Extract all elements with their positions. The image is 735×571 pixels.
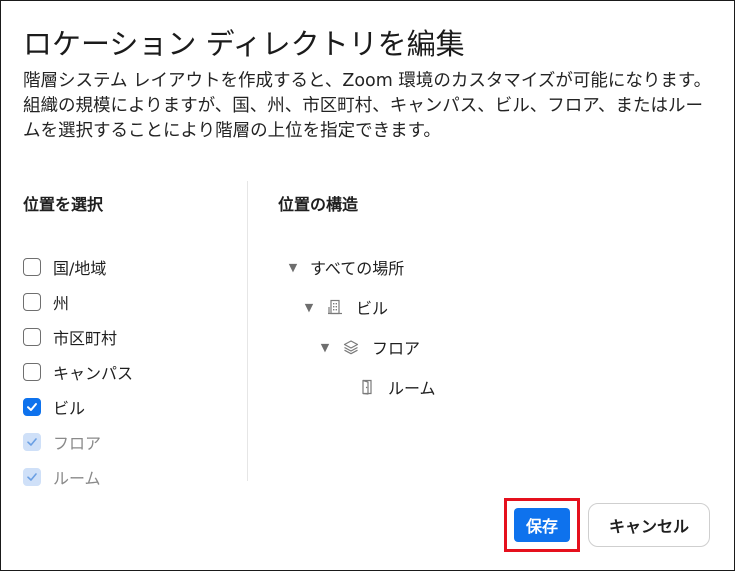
tree-label-floor: フロア xyxy=(372,339,421,358)
checkbox-item-country[interactable]: 国/地域 xyxy=(23,249,243,284)
checkbox-campus[interactable] xyxy=(23,362,41,381)
dialog-actions: 保存 キャンセル xyxy=(503,498,710,552)
checkbox-building[interactable] xyxy=(23,397,41,416)
dialog-title: ロケーション ディレクトリを編集 xyxy=(23,27,465,61)
checkbox-label-city: 市区町村 xyxy=(53,328,118,348)
caret-down-icon[interactable]: ▼ xyxy=(286,261,300,274)
checkbox-floor xyxy=(23,432,41,451)
checkbox-item-state[interactable]: 州 xyxy=(23,284,243,319)
edit-location-directory-dialog: ロケーション ディレクトリを編集 階層システム レイアウトを作成すると、Zoom… xyxy=(0,0,735,571)
tree-label-room: ルーム xyxy=(388,379,436,398)
checkbox-label-floor: フロア xyxy=(53,433,102,453)
save-button[interactable]: 保存 xyxy=(513,508,570,542)
tree-label-all-locations: すべての場所 xyxy=(310,259,405,278)
location-tree: ▼ すべての場所 ▼ ビル ▼ フロア ルーム xyxy=(278,247,698,407)
checkbox-state[interactable] xyxy=(23,292,41,311)
select-location-heading: 位置を選択 xyxy=(23,195,104,214)
checkbox-item-campus[interactable]: キャンパス xyxy=(23,354,243,389)
checkbox-country[interactable] xyxy=(23,257,41,276)
tree-node-building[interactable]: ▼ ビル xyxy=(278,287,698,327)
tree-node-room[interactable]: ルーム xyxy=(278,367,698,407)
checkbox-label-room: ルーム xyxy=(53,468,101,488)
tree-node-floor[interactable]: ▼ フロア xyxy=(278,327,698,367)
location-structure-panel: 位置の構造 ▼ すべての場所 ▼ ビル ▼ フロア ルーム xyxy=(278,191,698,407)
door-icon xyxy=(358,378,376,396)
checkbox-room xyxy=(23,467,41,486)
building-icon xyxy=(326,298,344,316)
checkbox-label-state: 州 xyxy=(53,293,70,313)
column-divider xyxy=(247,181,248,481)
checkbox-label-campus: キャンパス xyxy=(53,363,134,383)
tree-node-all-locations[interactable]: ▼ すべての場所 xyxy=(278,247,698,287)
caret-down-icon[interactable]: ▼ xyxy=(318,341,332,354)
checkbox-label-country: 国/地域 xyxy=(53,258,107,278)
layers-icon xyxy=(342,338,360,356)
select-location-panel: 位置を選択 国/地域 州 市区町村 キャンパス ビル フロア ルーム xyxy=(23,191,243,494)
dialog-description: 階層システム レイアウトを作成すると、Zoom 環境のカスタマイズが可能になりま… xyxy=(23,71,712,141)
checkbox-item-floor: フロア xyxy=(23,424,243,459)
checkbox-label-building: ビル xyxy=(53,398,86,418)
location-structure-heading: 位置の構造 xyxy=(278,195,359,214)
checkbox-city[interactable] xyxy=(23,327,41,346)
tree-label-building: ビル xyxy=(356,299,389,318)
checkbox-item-building[interactable]: ビル xyxy=(23,389,243,424)
checkbox-item-city[interactable]: 市区町村 xyxy=(23,319,243,354)
save-button-highlight: 保存 xyxy=(503,498,580,552)
checkbox-item-room: ルーム xyxy=(23,459,243,494)
location-checkbox-list: 国/地域 州 市区町村 キャンパス ビル フロア ルーム xyxy=(23,249,243,494)
cancel-button[interactable]: キャンセル xyxy=(587,503,710,547)
caret-down-icon[interactable]: ▼ xyxy=(302,301,316,314)
